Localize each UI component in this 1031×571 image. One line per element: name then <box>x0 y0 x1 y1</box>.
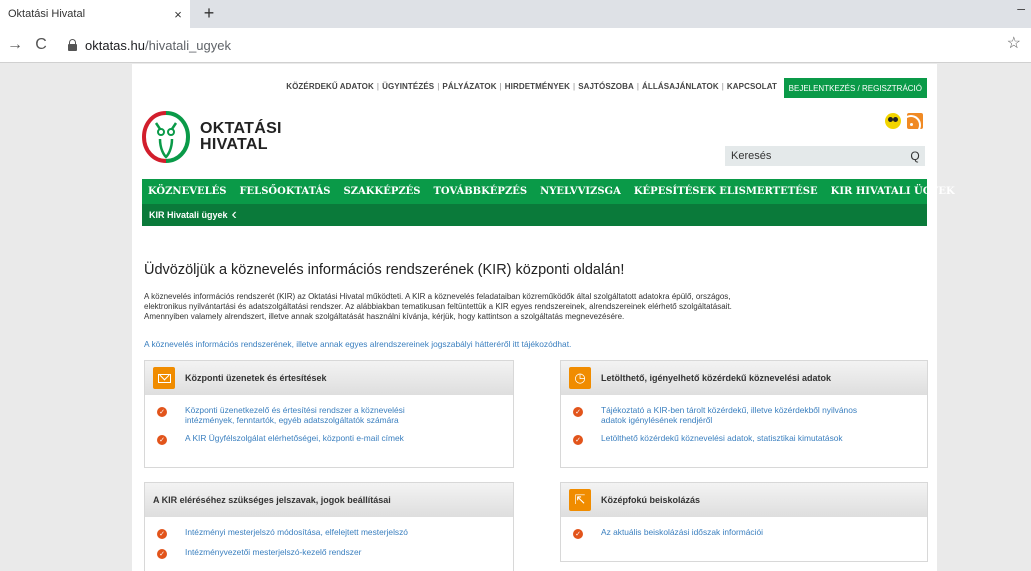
nav-kir-hivatali-ugyek[interactable]: KIR HIVATALI ÜGYEK <box>831 186 955 197</box>
nav-szakkepzes[interactable]: SZAKKÉPZÉS <box>344 186 421 197</box>
list-item[interactable]: ✓ Az aktuális beiskolázási időszak infor… <box>573 527 917 539</box>
accessibility-icon[interactable] <box>885 113 901 129</box>
browser-tabbar: Oktatási Hivatal × + – <box>0 0 1031 28</box>
forward-arrow-icon[interactable]: → <box>4 34 26 56</box>
box-header: ◷ Letölthető, igényelhető közérdekű közn… <box>561 361 927 395</box>
logo-line-2: HIVATAL <box>200 136 268 153</box>
chevron-left-icon[interactable]: ‹ <box>232 207 237 223</box>
item-link[interactable]: Letölthető közérdekű köznevelési adatok,… <box>601 433 843 443</box>
list-item[interactable]: ✓ Tájékoztató a KIR-ben tárolt közérdekű… <box>573 405 917 425</box>
toplink-sajtoszoba[interactable]: SAJTÓSZOBA <box>578 82 634 91</box>
box-title: Központi üzenetek és értesítések <box>185 373 327 383</box>
top-links-list: KÖZÉRDEKŰ ADATOK | ÜGYINTÉZÉS | PÁLYÁZATOK | H… <box>286 82 777 91</box>
box-title: Letölthető, igényelhető közérdekű köznev… <box>601 373 832 383</box>
box-passwords: A KIR eléréséhez szükséges jelszavak, jo… <box>144 482 514 571</box>
url-field[interactable]: oktatas.hu/hivatali_ugyek <box>62 32 992 59</box>
box-header: A KIR eléréséhez szükséges jelszavak, jo… <box>145 483 513 517</box>
address-bar: → C oktatas.hu/hivatali_ugyek ☆ <box>0 28 1031 63</box>
box-central-messages: Központi üzenetek és értesítések ✓ Közpo… <box>144 360 514 468</box>
page: KÖZÉRDEKŰ ADATOK | ÜGYINTÉZÉS | PÁLYÁZATOK | H… <box>132 64 955 571</box>
tab-close-icon[interactable]: × <box>166 7 190 22</box>
rss-icon[interactable] <box>907 113 923 129</box>
list-item[interactable]: ✓ A KIR Ügyfélszolgálat elérhetőségei, k… <box>157 433 503 445</box>
box-items: ✓ Központi üzenetkezelő és értesítési re… <box>145 395 513 445</box>
check-icon: ✓ <box>157 435 167 445</box>
nav-koznevels[interactable]: KÖZNEVELÉS <box>148 186 226 197</box>
url-path: /hivatali_ugyek <box>145 38 231 53</box>
toplink-hirdetmenyek[interactable]: HIRDETMÉNYEK <box>505 82 570 91</box>
check-icon: ✓ <box>157 407 167 417</box>
toplink-kozerdeku[interactable]: KÖZÉRDEKŰ ADATOK <box>286 82 374 91</box>
box-title: A KIR eléréséhez szükséges jelszavak, jo… <box>153 495 391 505</box>
legal-background-link[interactable]: A köznevelés információs rendszerének, i… <box>144 339 571 349</box>
minimize-button[interactable]: – <box>1017 0 1025 16</box>
toplink-ugyintezes[interactable]: ÜGYINTÉZÉS <box>382 82 434 91</box>
list-item[interactable]: ✓ Központi üzenetkezelő és értesítési re… <box>157 405 503 425</box>
item-link[interactable]: Az aktuális beiskolázási időszak informá… <box>601 527 763 537</box>
check-icon: ✓ <box>573 407 583 417</box>
nav-tovabbkepzes[interactable]: TOVÁBBKÉPZÉS <box>433 186 527 197</box>
new-tab-button[interactable]: + <box>198 3 220 23</box>
url-host: oktatas.hu <box>85 38 145 53</box>
box-items: ✓ Az aktuális beiskolázási időszak infor… <box>561 517 927 539</box>
nav-felsooktatas[interactable]: FELSŐOKTATÁS <box>239 186 330 197</box>
item-link[interactable]: Intézményvezetői mesterjelszó-kezelő ren… <box>185 547 361 557</box>
site-logo[interactable]: OKTATÁSI HIVATAL <box>142 109 312 164</box>
toplink-kapcsolat[interactable]: KAPCSOLAT <box>727 82 777 91</box>
search-icon[interactable]: Q <box>905 149 925 163</box>
logo-text: OKTATÁSI HIVATAL <box>200 121 282 153</box>
intro-line-3: Amennyiben valamely alrendszert, illetve… <box>144 312 625 321</box>
list-item[interactable]: ✓ Letölthető közérdekű köznevelési adato… <box>573 433 917 445</box>
check-icon: ✓ <box>573 529 583 539</box>
header-icons <box>885 113 923 129</box>
tab-title: Oktatási Hivatal <box>8 8 86 20</box>
download-clock-icon: ◷ <box>569 367 591 389</box>
login-register-button[interactable]: BEJELENTKEZÉS / REGISZTRÁCIÓ <box>783 78 927 98</box>
nav-nyelvvizsga[interactable]: NYELVVIZSGA <box>540 186 621 197</box>
envelope-icon <box>153 367 175 389</box>
subnav-item-kir[interactable]: KIR Hivatali ügyek <box>149 210 228 220</box>
nav-kepesitesek[interactable]: KÉPESÍTÉSEK ELISMERTETÉSE <box>634 186 818 197</box>
check-icon: ✓ <box>157 529 167 539</box>
search-box[interactable]: Keresés Q <box>725 146 925 166</box>
box-items: ✓ Intézményi mesterjelszó módosítása, el… <box>145 517 513 559</box>
intro-line-2: elektronikus nyilvántartási és adatszolg… <box>144 302 732 311</box>
item-link[interactable]: A KIR Ügyfélszolgálat elérhetőségei, köz… <box>185 433 404 443</box>
sub-nav: KIR Hivatali ügyek ‹ <box>142 204 927 226</box>
main-nav: KÖZNEVELÉS FELSŐOKTATÁS SZAKKÉPZÉS TOVÁB… <box>142 179 955 204</box>
page-title: Üdvözöljük a köznevelés információs rend… <box>144 262 625 278</box>
browser-tab[interactable]: Oktatási Hivatal × <box>0 0 190 28</box>
url-text: oktatas.hu/hivatali_ugyek <box>85 38 231 53</box>
toplink-allasajanlatok[interactable]: ÁLLÁSAJÁNLATOK <box>642 82 719 91</box>
box-title: Középfokú beiskolázás <box>601 495 701 505</box>
box-header: Központi üzenetek és értesítések <box>145 361 513 395</box>
box-downloadable-data: ◷ Letölthető, igényelhető közérdekű közn… <box>560 360 928 468</box>
reload-icon[interactable]: C <box>30 34 52 56</box>
top-links: KÖZÉRDEKŰ ADATOK | ÜGYINTÉZÉS | PÁLYÁZATOK | H… <box>132 78 937 98</box>
item-link[interactable]: Központi üzenetkezelő és értesítési rend… <box>185 405 405 425</box>
box-header: ⇱ Középfokú beiskolázás <box>561 483 927 517</box>
check-icon: ✓ <box>157 549 167 559</box>
owl-logo-icon <box>142 111 190 163</box>
school-arrows-icon: ⇱ <box>569 489 591 511</box>
list-item[interactable]: ✓ Intézményvezetői mesterjelszó-kezelő r… <box>157 547 503 559</box>
logo-line-1: OKTATÁSI <box>200 120 282 137</box>
intro-line-1: A köznevelés információs rendszerét (KIR… <box>144 292 731 301</box>
bookmark-star-icon[interactable]: ☆ <box>1007 33 1021 53</box>
list-item[interactable]: ✓ Intézményi mesterjelszó módosítása, el… <box>157 527 503 539</box>
box-items: ✓ Tájékoztató a KIR-ben tárolt közérdekű… <box>561 395 927 445</box>
box-secondary-enrolment: ⇱ Középfokú beiskolázás ✓ Az aktuális be… <box>560 482 928 562</box>
check-icon: ✓ <box>573 435 583 445</box>
toplink-palyazatok[interactable]: PÁLYÁZATOK <box>442 82 496 91</box>
item-link[interactable]: Tájékoztató a KIR-ben tárolt közérdekű, … <box>601 405 857 425</box>
intro-text: A köznevelés információs rendszerét (KIR… <box>144 292 934 322</box>
item-link[interactable]: Intézményi mesterjelszó módosítása, elfe… <box>185 527 408 537</box>
search-input[interactable]: Keresés <box>731 150 905 162</box>
lock-icon <box>68 38 77 51</box>
